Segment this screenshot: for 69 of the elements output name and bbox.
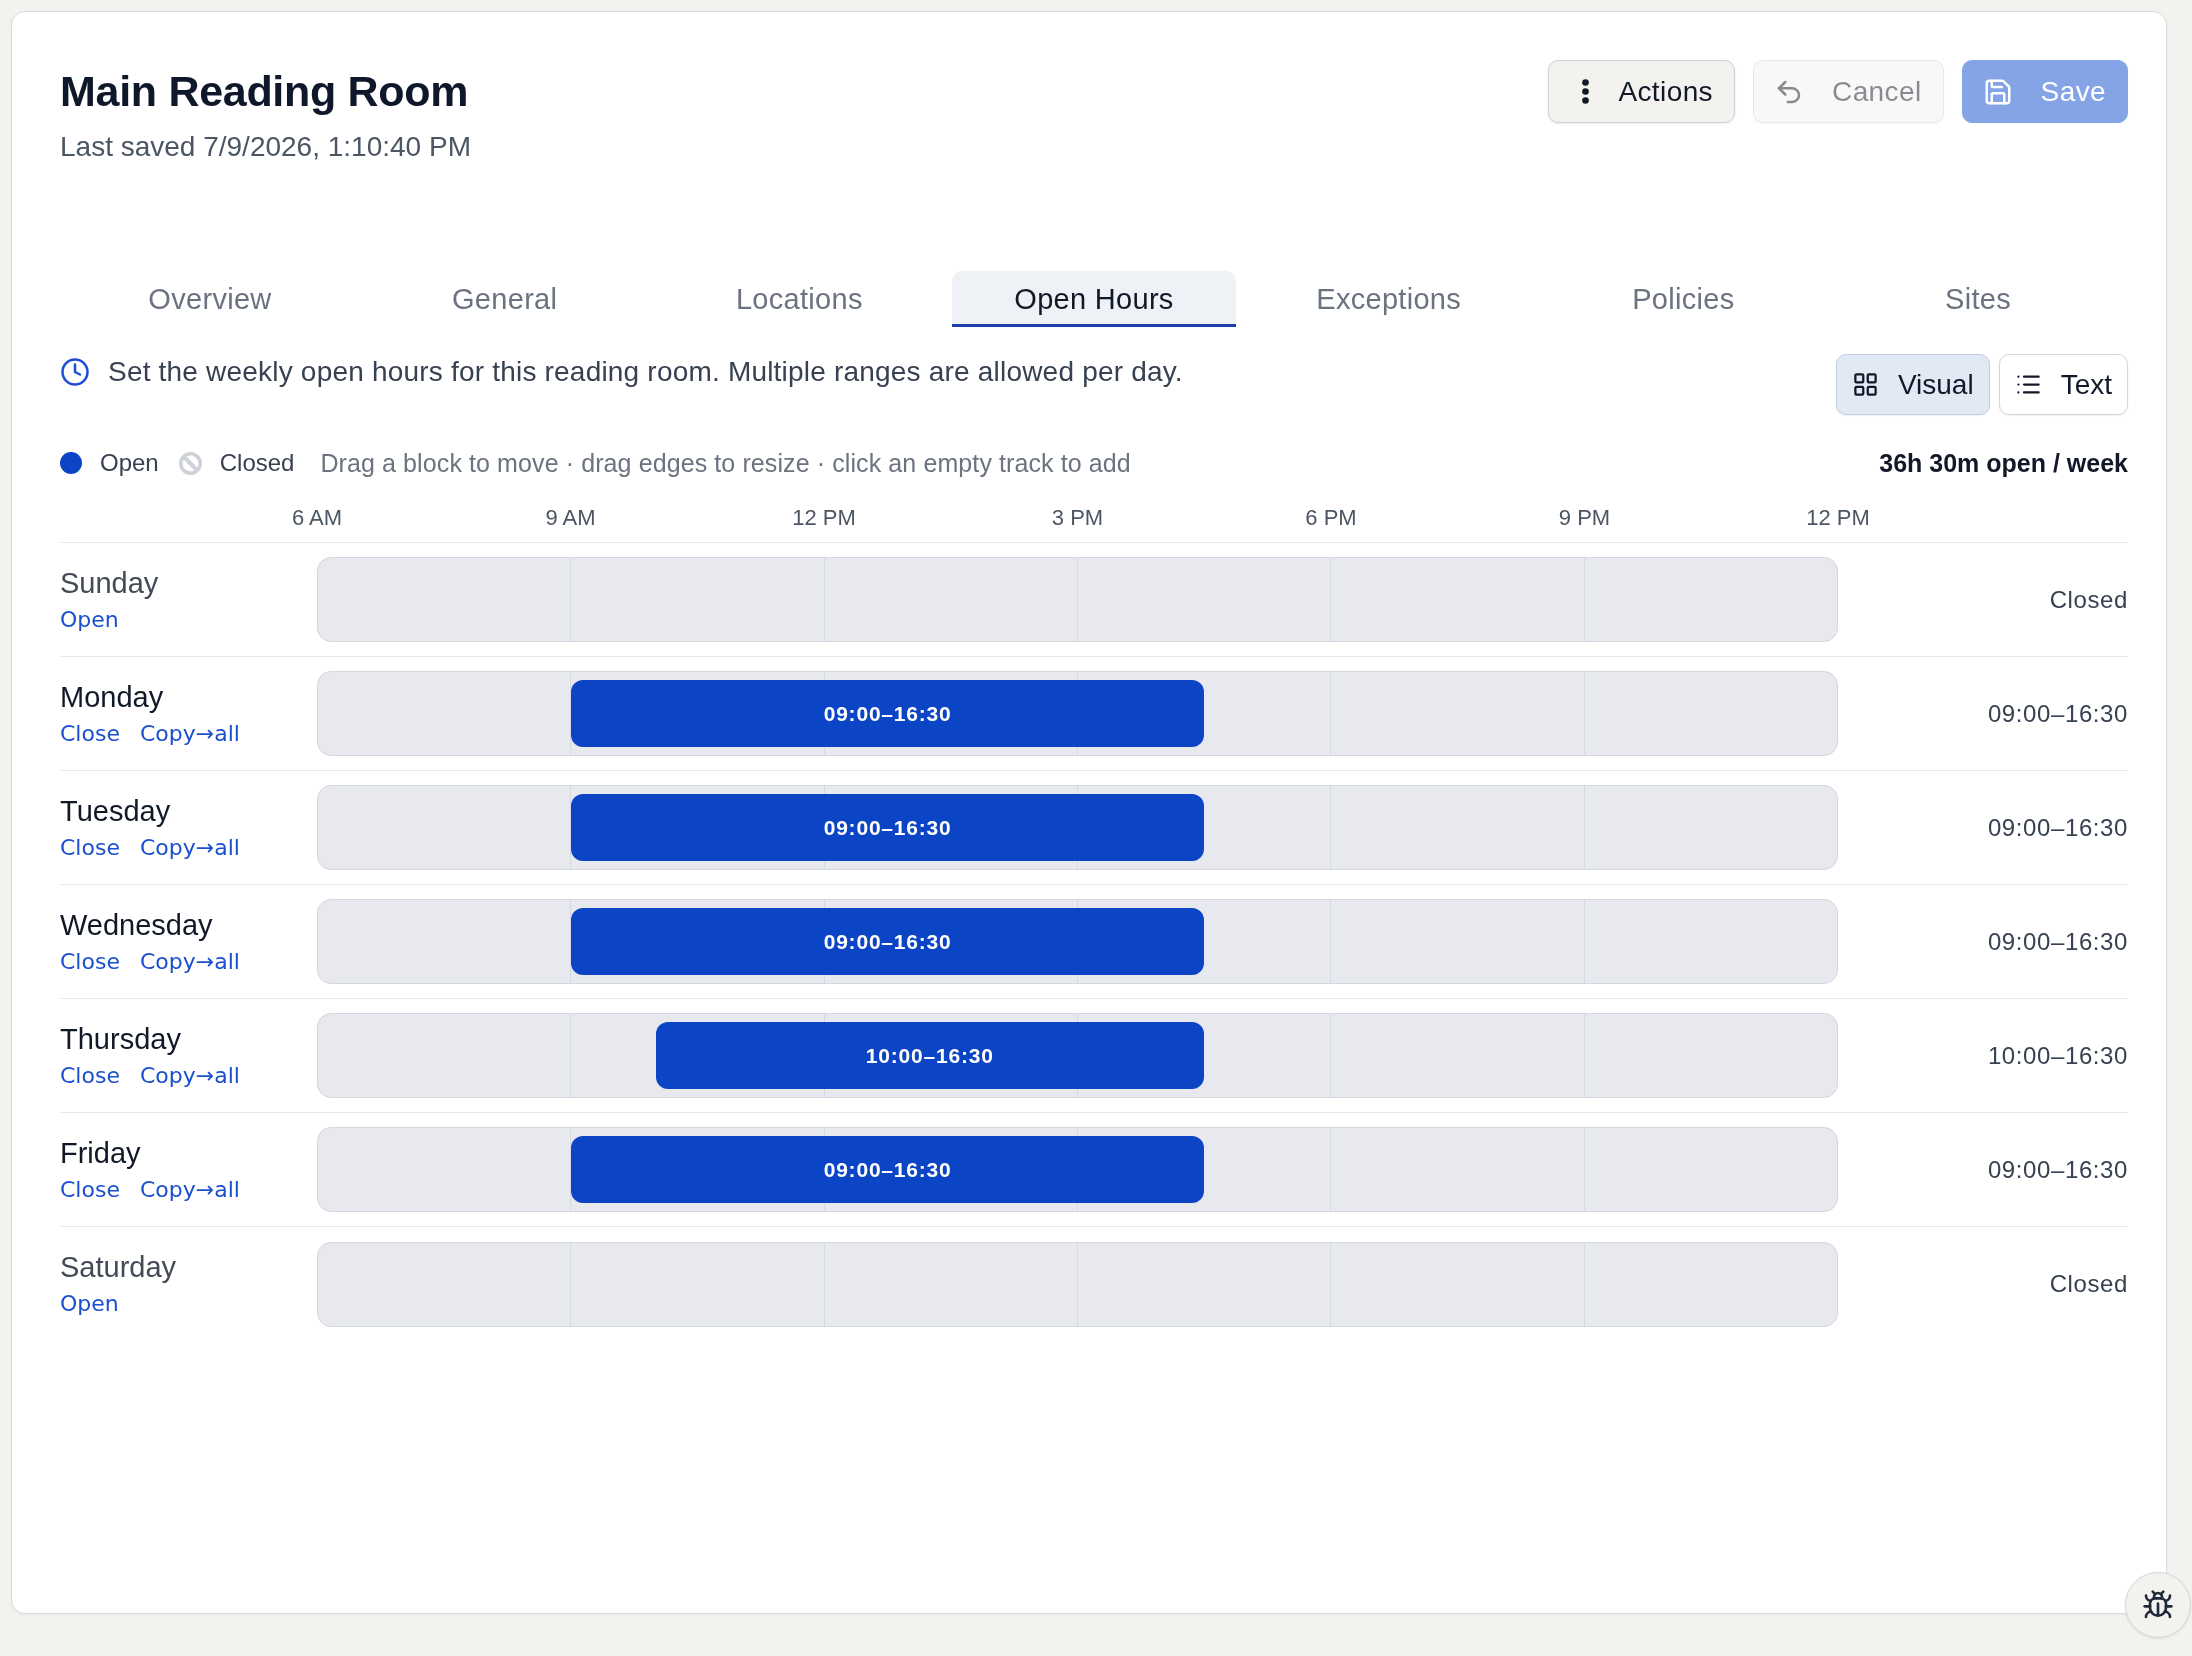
day-name: Tuesday: [60, 793, 171, 828]
time-axis-label: 3 PM: [1050, 504, 1105, 532]
action-link[interactable]: Copy→all: [139, 1061, 240, 1090]
day-name: Saturday: [60, 1250, 177, 1284]
action-link[interactable]: Open: [60, 1290, 119, 1318]
tab[interactable]: Locations: [657, 271, 942, 327]
hours-summary: 09:00–16:30: [1987, 813, 2128, 842]
hours-summary: Closed: [2049, 585, 2128, 614]
legend-label: Open: [100, 449, 159, 477]
schedule-track[interactable]: [317, 557, 1838, 642]
status-dot-icon: [60, 452, 82, 474]
tab[interactable]: Overview: [68, 271, 352, 327]
legend-label: Closed: [219, 449, 295, 477]
day-name: Monday: [60, 679, 164, 714]
prohibited-circle-icon: [178, 451, 202, 475]
action-link[interactable]: Close: [60, 719, 120, 748]
time-block[interactable]: 09:00–16:30: [571, 908, 1205, 975]
actions-button[interactable]: Actions: [1548, 60, 1735, 123]
grid-icon: [1851, 371, 1879, 398]
action-link[interactable]: Close: [60, 833, 120, 862]
action-link[interactable]: Copy→all: [139, 1175, 240, 1204]
clock-icon: [60, 357, 90, 387]
schedule-track[interactable]: 09:00–16:30: [317, 899, 1838, 984]
tab[interactable]: General: [362, 271, 647, 327]
bug-icon: [2142, 1589, 2174, 1621]
hint-text: Drag a block to move · drag edges to resize · click an empty track to add: [320, 448, 1131, 478]
tab[interactable]: Policies: [1541, 271, 1826, 327]
schedule-track[interactable]: 09:00–16:30: [317, 785, 1838, 870]
time-axis-label: 6 AM: [290, 504, 344, 532]
action-link[interactable]: Close: [60, 1061, 120, 1090]
time-axis-label: 9 AM: [544, 504, 597, 532]
debug-button[interactable]: [2125, 1572, 2191, 1638]
page-title: Main Reading Room: [60, 66, 469, 117]
time-block[interactable]: 10:00–16:30: [655, 1022, 1205, 1089]
hours-summary: 09:00–16:30: [1987, 927, 2128, 956]
hours-summary: 10:00–16:30: [1987, 1041, 2128, 1070]
schedule-track[interactable]: 09:00–16:30: [317, 1127, 1838, 1212]
weekly-total: 36h 30m open / week: [1879, 448, 2128, 478]
hours-summary: 09:00–16:30: [1987, 699, 2128, 728]
hours-summary: 09:00–16:30: [1987, 1155, 2128, 1184]
action-link[interactable]: Copy→all: [139, 833, 240, 862]
time-axis-label: 12 PM: [1805, 504, 1871, 532]
time-block[interactable]: 09:00–16:30: [571, 1136, 1205, 1203]
tab[interactable]: Open Hours: [952, 271, 1236, 327]
time-axis-label: 6 PM: [1304, 504, 1358, 532]
day-name: Thursday: [60, 1021, 181, 1056]
tab[interactable]: Sites: [1836, 271, 2120, 327]
schedule-track[interactable]: 09:00–16:30: [317, 671, 1838, 756]
time-block[interactable]: 09:00–16:30: [571, 680, 1205, 747]
time-axis-label: 9 PM: [1557, 504, 1612, 532]
time-block[interactable]: 09:00–16:30: [571, 794, 1205, 861]
action-link[interactable]: Close: [60, 947, 120, 976]
action-link[interactable]: Open: [60, 605, 119, 634]
day-name: Sunday: [60, 565, 159, 600]
last-saved-text: Last saved 7/9/2026, 1:10:40 PM: [60, 130, 471, 164]
day-name: Friday: [60, 1135, 141, 1170]
schedule-track[interactable]: [317, 1241, 1838, 1327]
view-toggle-button[interactable]: Visual: [1835, 354, 1990, 415]
action-link[interactable]: Copy→all: [139, 719, 240, 748]
day-name: Wednesday: [60, 907, 213, 942]
hours-summary: Closed: [2049, 1270, 2128, 1298]
action-link[interactable]: Close: [60, 1175, 120, 1204]
view-toggle-button[interactable]: Text: [1998, 354, 2128, 415]
time-axis-label: 12 PM: [791, 504, 857, 532]
info-text: Set the weekly open hours for this reading room. Multiple ranges are allowed per day.: [108, 356, 1183, 388]
vertical-dots-icon: [1582, 79, 1590, 104]
tab[interactable]: Exceptions: [1246, 271, 1531, 327]
action-link[interactable]: Copy→all: [139, 947, 240, 976]
schedule-track[interactable]: 10:00–16:30: [317, 1013, 1838, 1098]
